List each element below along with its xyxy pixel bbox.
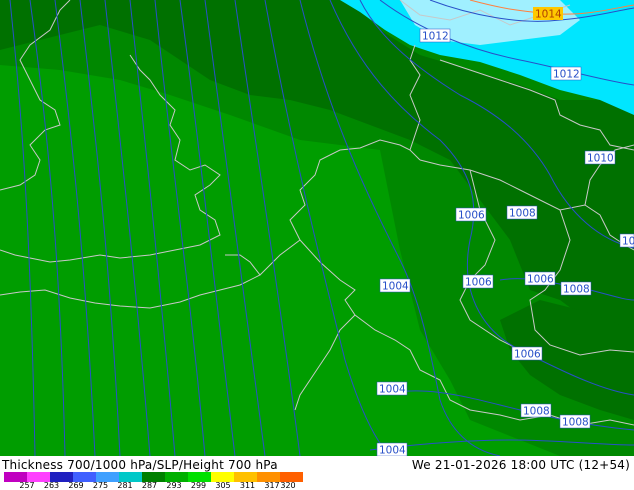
isobar-label: 1006 — [462, 274, 494, 289]
svg-text:1008: 1008 — [509, 208, 536, 220]
isobar-label: 1004 — [376, 381, 408, 396]
color-scale-tick-label: 287 — [141, 481, 158, 490]
thickness-map: 1014 1012 1012 1010 1006 1008 10 1004 10… — [0, 0, 634, 456]
svg-text:1008: 1008 — [562, 417, 589, 429]
map-title: Thickness 700/1000 hPa/SLP/Height 700 hP… — [2, 458, 278, 472]
color-scale-tick-label: 311 — [239, 481, 256, 490]
color-scale-tick-label: 293 — [166, 481, 182, 490]
svg-text:1006: 1006 — [514, 349, 541, 361]
isobar-label: 10 — [619, 233, 634, 248]
isobar-label: 1006 — [511, 346, 543, 361]
isobar-label: 1012 — [550, 66, 582, 81]
svg-text:1008: 1008 — [523, 406, 550, 418]
svg-text:1006: 1006 — [465, 277, 492, 289]
isobar-label: 1010 — [584, 150, 616, 165]
svg-text:10: 10 — [622, 236, 634, 248]
color-scale-tick-label: 320 — [280, 481, 296, 490]
svg-text:1004: 1004 — [379, 384, 406, 396]
svg-text:1014: 1014 — [535, 9, 562, 21]
color-scale-tick-label: 257 — [19, 481, 35, 490]
svg-text:1004: 1004 — [382, 281, 409, 293]
isobar-label: 1008 — [559, 414, 591, 429]
isobar-label: 1004 — [376, 442, 408, 457]
isobar-label: 1012 — [419, 28, 451, 43]
isobar-label: 1006 — [455, 207, 487, 222]
isobar-label: 1008 — [520, 403, 552, 418]
isobar-label: 1006 — [524, 271, 556, 286]
weather-map-view: 1014 1012 1012 1010 1006 1008 10 1004 10… — [0, 0, 634, 490]
svg-text:1008: 1008 — [563, 284, 590, 296]
map-footer: Thickness 700/1000 hPa/SLP/Height 700 hP… — [0, 456, 634, 490]
svg-text:1010: 1010 — [587, 153, 614, 165]
svg-text:1012: 1012 — [553, 69, 580, 81]
isobar-label: 1014 — [533, 7, 563, 21]
svg-text:1012: 1012 — [422, 31, 449, 43]
isobar-label: 1004 — [379, 278, 411, 293]
color-scale-tick-label: 275 — [92, 481, 109, 490]
forecast-datetime: We 21-01-2026 18:00 UTC (12+54) — [411, 458, 630, 472]
isobar-label: 1008 — [560, 281, 592, 296]
svg-text:1006: 1006 — [458, 210, 485, 222]
color-scale-tick-label: 269 — [68, 481, 84, 490]
color-scale-tick-label: 305 — [215, 481, 231, 490]
color-scale-tick-label: 263 — [43, 481, 60, 490]
color-scale-tick-label: 281 — [117, 481, 133, 490]
svg-text:1006: 1006 — [527, 274, 554, 286]
isobar-label: 1008 — [506, 205, 538, 220]
svg-text:1004: 1004 — [379, 445, 406, 457]
color-scale-tick-label: 299 — [190, 481, 207, 490]
color-scale-tick-label: 317 — [264, 481, 280, 490]
color-scale-ticks: 257 263 269 275 281 287 293 299 305 311 317 320 — [0, 482, 330, 490]
